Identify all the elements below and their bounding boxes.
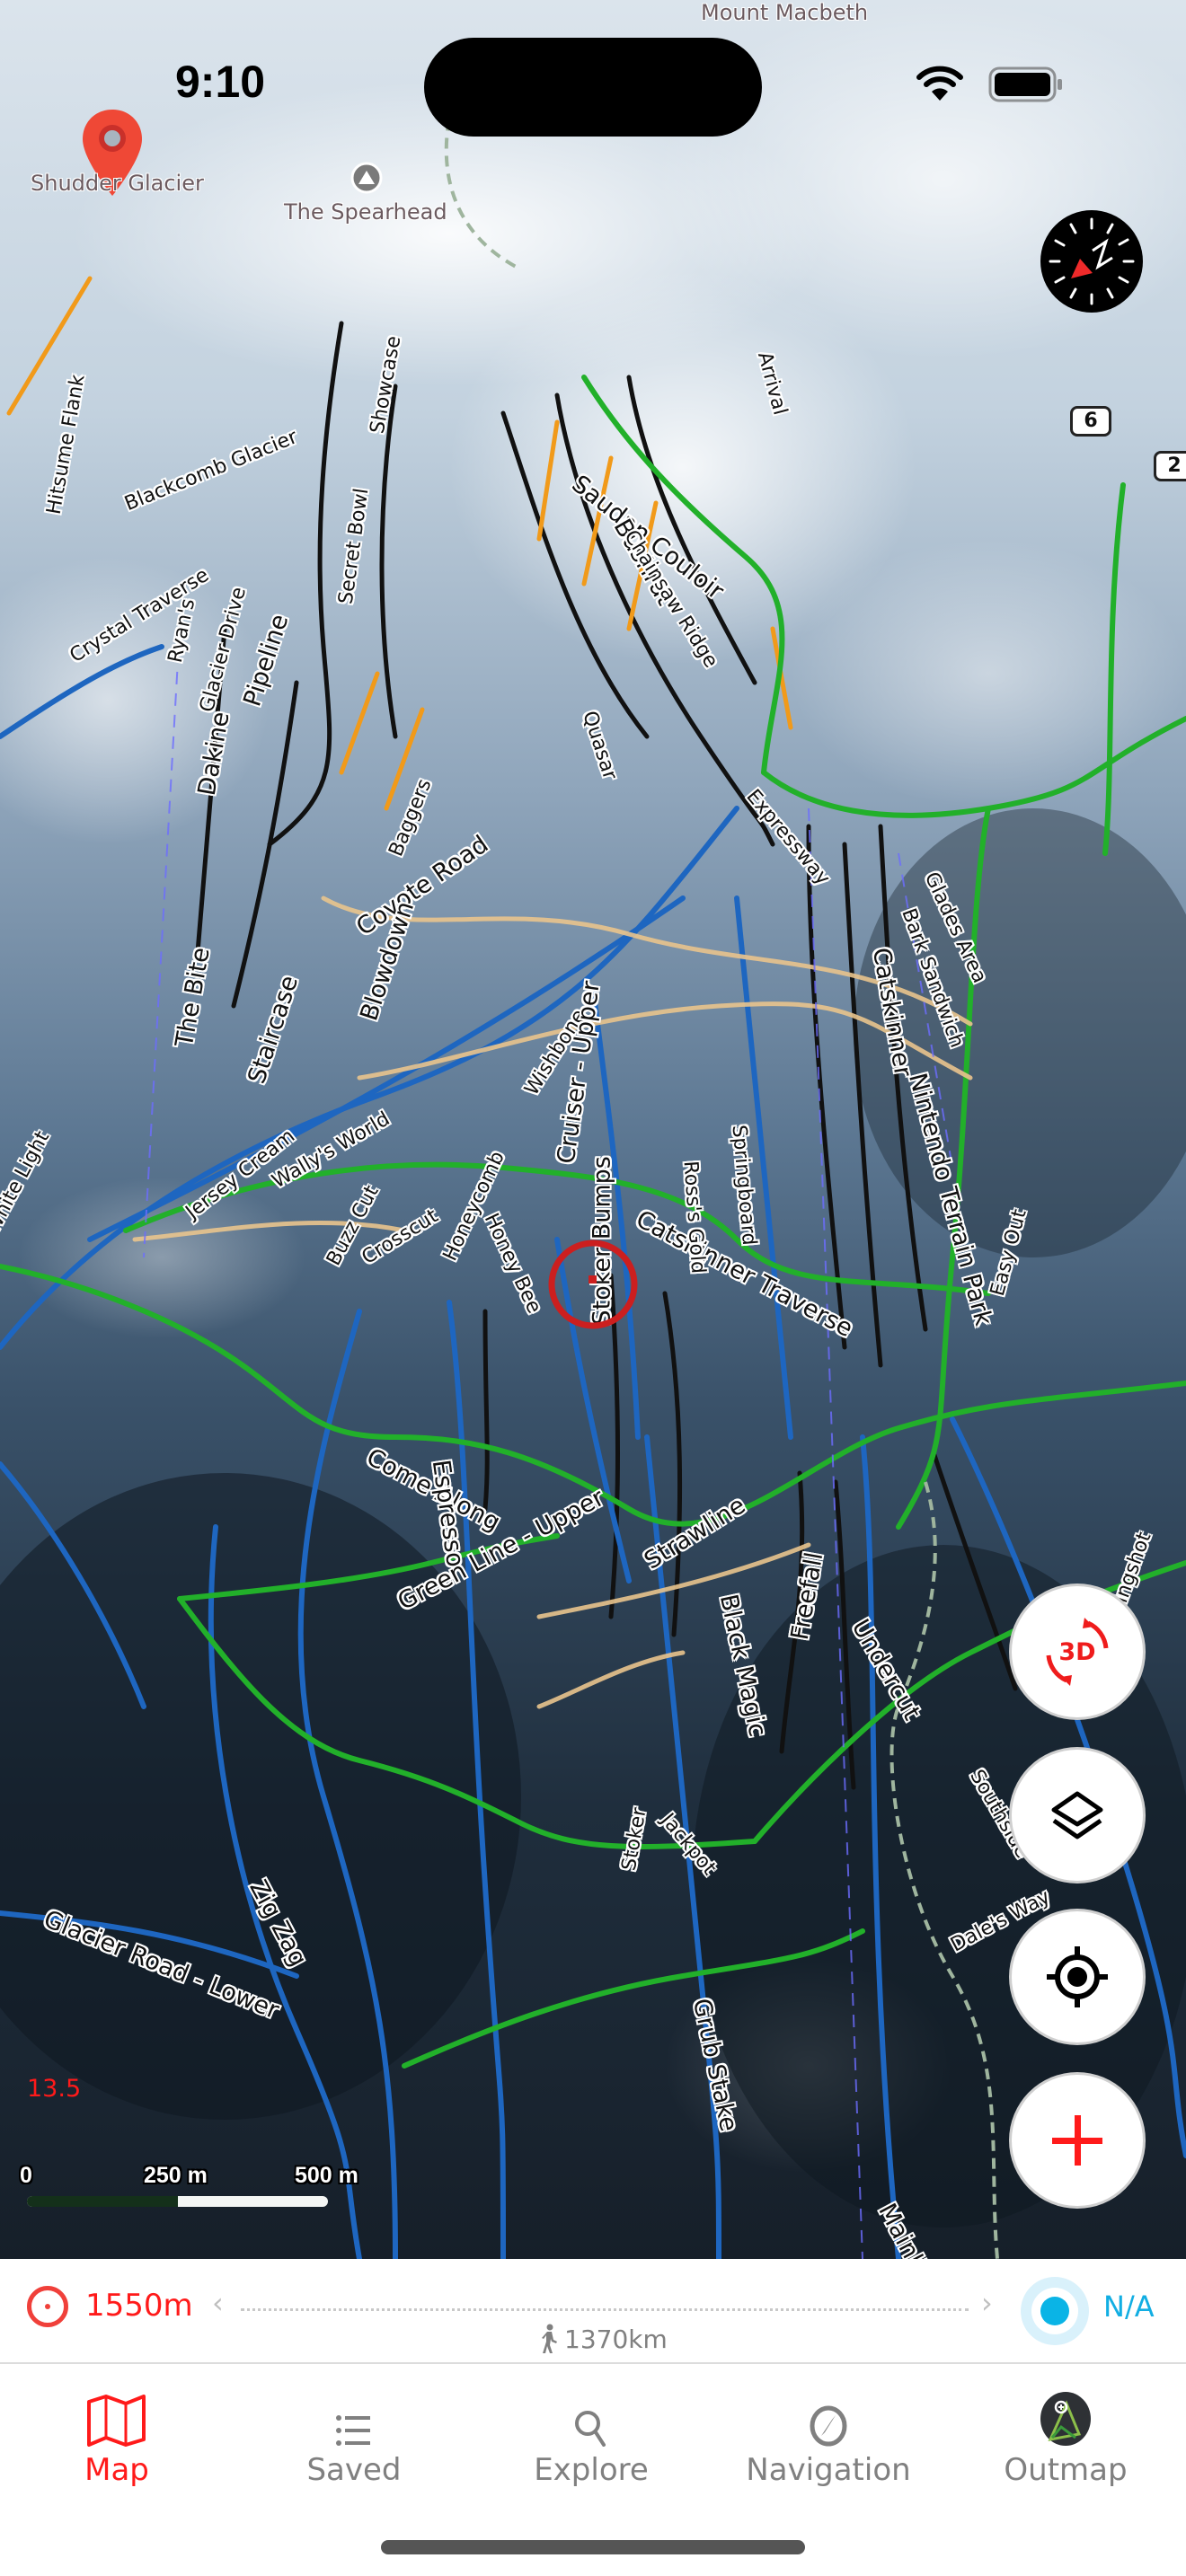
- scale-label-0: 0: [20, 2163, 32, 2188]
- outmap-logo-icon: [1040, 2392, 1091, 2446]
- poi-the-spearhead[interactable]: The Spearhead: [279, 160, 476, 232]
- tab-label: Map: [84, 2452, 149, 2488]
- compass-button[interactable]: [1040, 210, 1143, 313]
- search-icon: [575, 2411, 606, 2447]
- gps-dot-icon: [1021, 2277, 1089, 2345]
- tab-label: Navigation: [746, 2452, 911, 2488]
- my-location-button[interactable]: [1012, 1911, 1143, 2042]
- scale-bar: [27, 2196, 328, 2207]
- toggle-3d-button[interactable]: 3D: [1012, 1586, 1143, 1717]
- navigation-compass-icon: [810, 2405, 847, 2447]
- chevron-right-icon[interactable]: ›: [981, 2286, 993, 2320]
- poi-label: Shudder Glacier: [31, 171, 204, 196]
- location-target-icon: [548, 1239, 638, 1329]
- zoom-level-readout: 13.5: [27, 2075, 82, 2103]
- tab-label: Explore: [534, 2452, 649, 2488]
- tab-navigation[interactable]: Navigation: [739, 2382, 918, 2488]
- poi-shudder-glacier[interactable]: Shudder Glacier: [27, 108, 207, 207]
- tab-outmap[interactable]: Outmap: [976, 2382, 1155, 2488]
- tab-explore[interactable]: Explore: [501, 2382, 681, 2488]
- wifi-icon: [916, 66, 963, 101]
- walking-person-icon: [542, 2324, 557, 2353]
- layers-icon: [1051, 1791, 1103, 1839]
- map-icon: [87, 2395, 146, 2447]
- locate-icon: [1047, 1946, 1108, 2007]
- dynamic-island: [424, 38, 762, 137]
- add-button[interactable]: [1012, 2075, 1143, 2206]
- tab-label: Saved: [306, 2452, 402, 2488]
- walk-distance-value: 1370km: [564, 2324, 668, 2354]
- layers-button[interactable]: [1012, 1750, 1143, 1881]
- battery-icon: [988, 66, 1062, 102]
- list-icon: [336, 2415, 370, 2446]
- target-icon: [27, 2286, 68, 2327]
- status-time: 9:10: [175, 57, 266, 107]
- scale-label-250: 250 m: [144, 2163, 208, 2188]
- walk-distance: 1370km: [539, 2324, 668, 2354]
- peak-icon: [350, 162, 383, 194]
- tab-map[interactable]: Map: [27, 2382, 207, 2488]
- route-badge[interactable]: 6: [1070, 406, 1111, 437]
- poi-mount-macbeth[interactable]: Mount Macbeth: [701, 0, 868, 25]
- route-badge[interactable]: 2: [1154, 451, 1186, 481]
- home-indicator[interactable]: [381, 2540, 805, 2554]
- route-info-strip: 1550m ‹ › 1370km N/A: [0, 2259, 1186, 2364]
- chevron-left-icon[interactable]: ‹: [212, 2286, 224, 2320]
- route-line: [241, 2308, 969, 2311]
- toggle-3d-label: 3D: [1058, 1638, 1095, 1666]
- tab-saved[interactable]: Saved: [264, 2382, 444, 2488]
- poi-label: The Spearhead: [284, 199, 447, 225]
- tab-label: Outmap: [1004, 2452, 1128, 2488]
- compass-icon: [1049, 217, 1135, 305]
- rotate-3d-icon: 3D: [1046, 1618, 1109, 1686]
- elevation-value: 1550m: [85, 2288, 193, 2324]
- map-view[interactable]: Shudder Glacier The Spearhead Mount Macb…: [0, 0, 1186, 2259]
- plus-icon: [1052, 2115, 1102, 2166]
- gps-status-value: N/A: [1103, 2289, 1155, 2324]
- scale-label-500: 500 m: [295, 2163, 358, 2188]
